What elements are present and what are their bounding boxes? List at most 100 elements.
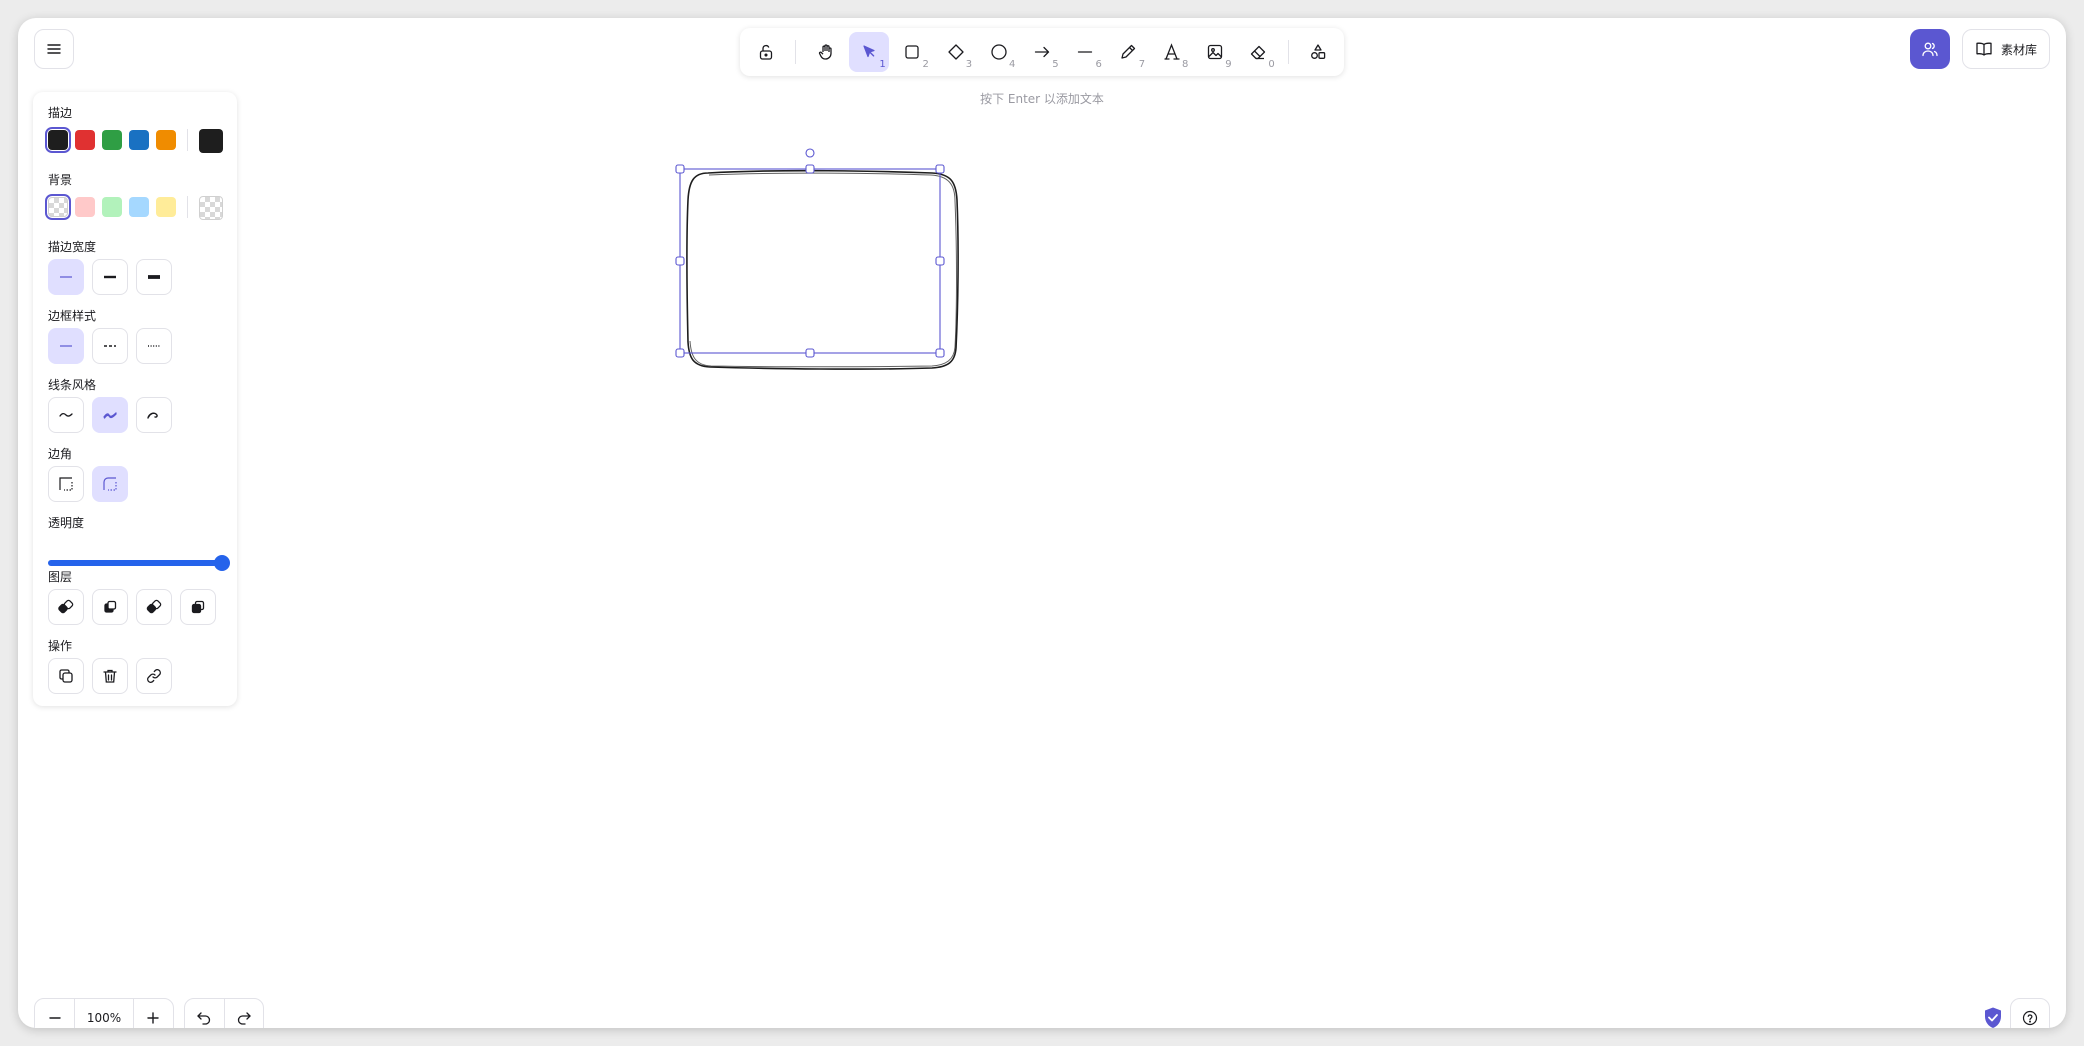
duplicate-icon bbox=[57, 667, 75, 685]
tool-image[interactable]: 9 bbox=[1195, 32, 1234, 72]
zoom-in-button[interactable] bbox=[134, 999, 173, 1028]
bring-to-front-button[interactable] bbox=[180, 589, 216, 625]
tool-shortcut: 5 bbox=[1052, 59, 1059, 70]
dashed-line-icon bbox=[101, 337, 119, 355]
help-button[interactable] bbox=[2010, 998, 2050, 1028]
tool-shortcut: 0 bbox=[1268, 59, 1275, 70]
tool-diamond[interactable]: 3 bbox=[936, 32, 975, 72]
zoom-level[interactable]: 100% bbox=[74, 999, 134, 1028]
background-color-blue[interactable] bbox=[129, 197, 149, 217]
link-icon bbox=[145, 667, 163, 685]
line-icon bbox=[1076, 43, 1094, 61]
tool-eraser[interactable]: 0 bbox=[1239, 32, 1278, 72]
toolbar-divider bbox=[1287, 40, 1289, 64]
send-to-back-button[interactable] bbox=[48, 589, 84, 625]
tool-rectangle[interactable]: 2 bbox=[893, 32, 932, 72]
hamburger-icon bbox=[46, 41, 62, 57]
library-label: 素材库 bbox=[2000, 42, 2037, 57]
shield-check-icon[interactable] bbox=[1982, 1006, 2004, 1028]
tool-pencil[interactable]: 7 bbox=[1109, 32, 1148, 72]
bring-to-front-icon bbox=[189, 598, 207, 616]
stroke-style-dotted[interactable] bbox=[136, 328, 172, 364]
tool-shortcut: 2 bbox=[922, 59, 929, 70]
round-corner-icon bbox=[101, 475, 119, 493]
stroke-width-title: 描边宽度 bbox=[48, 240, 97, 254]
selected-rectangle[interactable] bbox=[670, 148, 970, 388]
tool-shortcut: 7 bbox=[1138, 59, 1146, 70]
shapes-icon bbox=[1309, 43, 1327, 61]
diamond-icon bbox=[947, 43, 965, 61]
stroke-color-black[interactable] bbox=[45, 127, 71, 153]
tool-shortcut: 6 bbox=[1095, 59, 1102, 70]
edges-sharp[interactable] bbox=[48, 466, 84, 502]
tool-select[interactable]: 1 bbox=[849, 32, 889, 72]
edges-round[interactable] bbox=[92, 466, 128, 502]
cartoon-line-icon bbox=[145, 406, 163, 424]
sharp-corner-icon bbox=[57, 475, 75, 493]
actions-title: 操作 bbox=[48, 639, 73, 653]
eraser-icon bbox=[1249, 43, 1267, 61]
solid-line-icon bbox=[57, 337, 75, 355]
extra-bold-line-icon bbox=[145, 268, 163, 286]
delete-button[interactable] bbox=[92, 658, 128, 694]
sketchy-line-icon bbox=[101, 406, 119, 424]
opacity-title: 透明度 bbox=[48, 516, 85, 530]
opacity-thumb[interactable] bbox=[214, 555, 230, 571]
toolbar-divider bbox=[795, 40, 797, 64]
tool-shortcut: 1 bbox=[879, 59, 886, 70]
swatch-divider bbox=[187, 129, 188, 151]
stroke-title: 描边 bbox=[48, 106, 73, 120]
background-color-transparent[interactable] bbox=[45, 194, 71, 220]
tool-more-shapes[interactable] bbox=[1299, 32, 1338, 72]
sloppiness-architect[interactable] bbox=[48, 397, 84, 433]
stroke-width-extra-bold[interactable] bbox=[136, 259, 172, 295]
dotted-line-icon bbox=[145, 337, 163, 355]
zoom-controls: 100% bbox=[34, 998, 174, 1028]
send-backward-button[interactable] bbox=[92, 589, 128, 625]
tool-shortcut: 3 bbox=[965, 59, 973, 70]
stroke-color-current[interactable] bbox=[199, 129, 223, 153]
stroke-color-orange[interactable] bbox=[156, 130, 176, 150]
tool-hand[interactable] bbox=[806, 32, 845, 72]
shape-toolbar: 1 2 3 4 5 6 7 8 9 0 bbox=[740, 28, 1344, 76]
main-menu-button[interactable] bbox=[34, 29, 74, 69]
minus-icon bbox=[47, 1010, 63, 1026]
background-title: 背景 bbox=[48, 173, 73, 187]
opacity-slider[interactable] bbox=[48, 553, 230, 573]
background-color-current[interactable] bbox=[199, 196, 223, 220]
stroke-color-red[interactable] bbox=[75, 130, 95, 150]
background-color-yellow[interactable] bbox=[156, 197, 176, 217]
stroke-color-green[interactable] bbox=[102, 130, 122, 150]
tool-ellipse[interactable]: 4 bbox=[979, 32, 1018, 72]
zoom-out-button[interactable] bbox=[35, 999, 74, 1028]
library-button[interactable]: 素材库 bbox=[1962, 29, 2050, 69]
sloppiness-title: 线条风格 bbox=[48, 378, 97, 392]
bring-forward-button[interactable] bbox=[136, 589, 172, 625]
image-icon bbox=[1206, 43, 1224, 61]
sloppiness-artist[interactable] bbox=[92, 397, 128, 433]
book-icon bbox=[1975, 40, 1993, 58]
tool-line[interactable]: 6 bbox=[1066, 32, 1105, 72]
layers-title: 图层 bbox=[48, 570, 73, 584]
background-color-pink[interactable] bbox=[75, 197, 95, 217]
trash-icon bbox=[101, 667, 119, 685]
link-button[interactable] bbox=[136, 658, 172, 694]
stroke-width-bold[interactable] bbox=[92, 259, 128, 295]
duplicate-button[interactable] bbox=[48, 658, 84, 694]
send-backward-icon bbox=[101, 598, 119, 616]
tool-lock[interactable] bbox=[746, 32, 785, 72]
stroke-width-thin[interactable] bbox=[48, 259, 84, 295]
stroke-style-solid[interactable] bbox=[48, 328, 84, 364]
collaborate-button[interactable] bbox=[1910, 29, 1950, 69]
sloppiness-cartoonist[interactable] bbox=[136, 397, 172, 433]
stroke-color-blue[interactable] bbox=[129, 130, 149, 150]
stroke-style-dashed[interactable] bbox=[92, 328, 128, 364]
tool-arrow[interactable]: 5 bbox=[1022, 32, 1061, 72]
tool-text[interactable]: 8 bbox=[1152, 32, 1191, 72]
redo-button[interactable] bbox=[223, 999, 263, 1028]
tool-shortcut: 4 bbox=[1009, 59, 1016, 70]
arrow-right-icon bbox=[1033, 43, 1051, 61]
undo-button[interactable] bbox=[185, 999, 224, 1028]
background-color-green[interactable] bbox=[102, 197, 122, 217]
history-controls bbox=[184, 998, 264, 1028]
